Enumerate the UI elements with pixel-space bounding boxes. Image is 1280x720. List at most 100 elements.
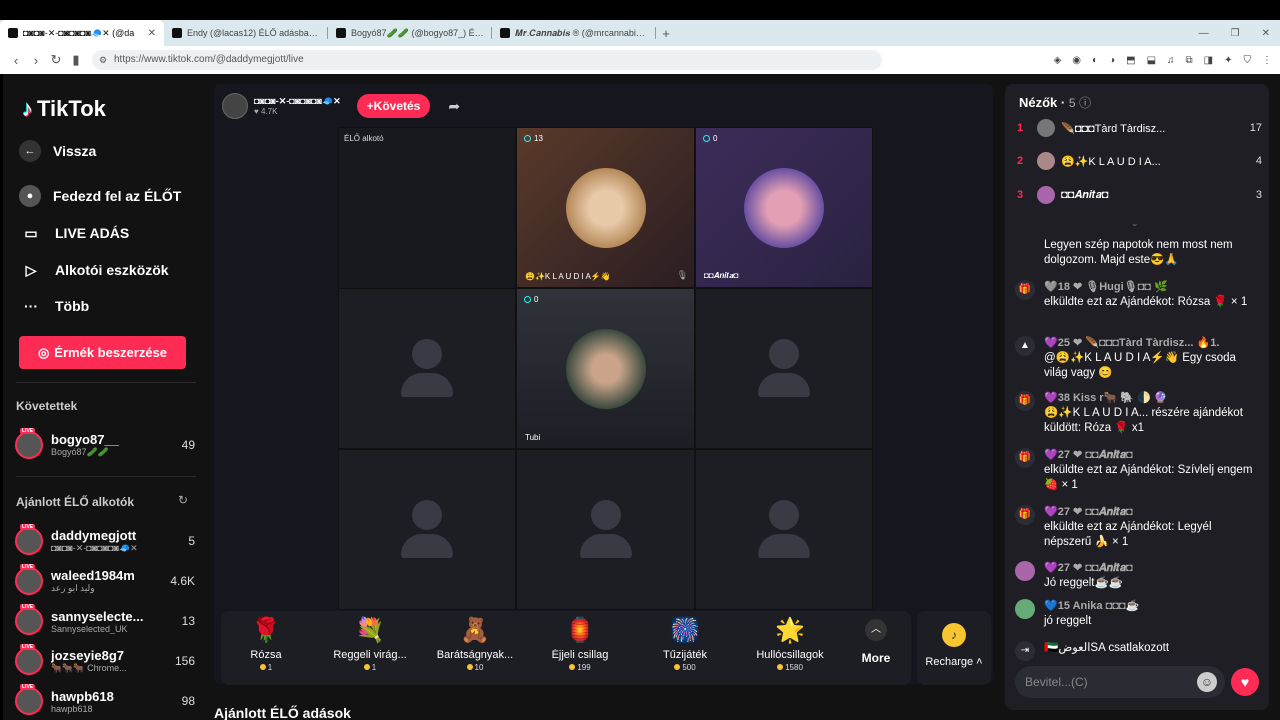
- tiktok-page: ♪ TikTok ← Vissza ● Fedezd fel az ÉLŐT ▭ LIV…: [3, 74, 1280, 720]
- menu-dots-icon[interactable]: ⋮: [1262, 55, 1272, 66]
- following-user[interactable]: LIVE bogyo87__ Bogyó87🥒🥒 49: [15, 427, 195, 463]
- recommended-user[interactable]: LIVE jozseyie8g7 🐂🐂🐂 Chrome... 156: [15, 643, 195, 679]
- get-coins-button[interactable]: ◎ Érmék beszerzése: [19, 336, 186, 369]
- recommended-user[interactable]: LIVE waleed1984m وليد ابو رعد 4.6K: [15, 563, 195, 599]
- gift-icon: 🎁: [1015, 280, 1035, 300]
- gift-icon: 🎁: [1015, 448, 1035, 468]
- maximize-icon[interactable]: ❐: [1231, 28, 1240, 39]
- gift-morning-flowers[interactable]: 💐 Reggeli virág... 1: [322, 617, 418, 681]
- emoji-icon[interactable]: ☺: [1197, 672, 1217, 692]
- chat-message: 💜27 ❤ ◘◘𝑨𝒏𝒊𝒕𝒂◘ Jó reggelt☕☕: [1015, 561, 1260, 591]
- close-tab-icon[interactable]: ✕: [148, 28, 156, 39]
- avatar: LIVE: [15, 564, 43, 595]
- live-stream-panel: ◘◙◘◙-✕-◘◙◘◙◘◙🧢✕♥ 4.7K +Követés ➦ ◘◙◘◙-✕-…: [214, 84, 993, 684]
- browser-tab[interactable]: Endy (@lacas12) ÉLŐ adásban va: [164, 20, 328, 46]
- join-message: ⇥ 🇦🇪العوضSA csatlakozott: [1015, 641, 1260, 661]
- extension-icon[interactable]: ✦: [1224, 55, 1232, 66]
- guest-video[interactable]: 13 😩✨K L A U D I A⚡👋 🎙: [516, 127, 695, 288]
- gift-friendship[interactable]: 🧸 Barátságnyak... 10: [427, 617, 523, 681]
- browser-tab-active[interactable]: ◘◙◘◙-✕-◘◙◘◙◘◙🧢✕ (@da ✕: [0, 20, 164, 46]
- follow-button[interactable]: +Követés: [356, 94, 431, 118]
- chat-message: 🎁 🩶18 ❤ 🎙Hugi🎙◘◘ 🌿 elküldte ezt az Ajándék…: [1015, 280, 1260, 310]
- refresh-icon[interactable]: ↻: [178, 493, 188, 507]
- gift-shooting-stars[interactable]: 🌟 Hullócsillagok 1580: [742, 617, 838, 681]
- browser-tab[interactable]: 𝑴𝒓.𝑪𝒂𝒏𝒏𝒂𝒃𝒊𝒔 ® (@mrcannabis_): [492, 20, 656, 46]
- host-avatar[interactable]: [222, 93, 248, 119]
- like-heart-button[interactable]: ♥: [1231, 668, 1259, 696]
- sidebar-item-explore-live[interactable]: ● Fedezd fel az ÉLŐT: [19, 181, 199, 211]
- extension-icon[interactable]: ⬓: [1147, 55, 1156, 66]
- viewers-header: Nézők · 5 ⓘ: [1019, 95, 1092, 110]
- video-camera-icon: ▭: [24, 224, 38, 241]
- back-button[interactable]: ← Vissza: [19, 136, 199, 166]
- bookmark-icon[interactable]: ▮: [66, 52, 86, 68]
- guest-video[interactable]: 0 Tubi: [516, 288, 695, 449]
- avatar: [1037, 152, 1055, 170]
- bear-icon: 🧸: [460, 617, 490, 644]
- back-icon[interactable]: ‹: [6, 53, 26, 68]
- tiktok-favicon-icon: [500, 28, 510, 38]
- recommended-user[interactable]: LIVE sannyselecte... Sannyselected_UK 13: [15, 603, 195, 639]
- empty-seat[interactable]: [695, 449, 873, 610]
- chat-message: 💙15 Anika ◘◘◘☕ jó reggelt: [1015, 599, 1260, 629]
- empty-seat[interactable]: [338, 288, 516, 449]
- avatar: [1015, 561, 1035, 581]
- arrow-left-icon: ←: [19, 140, 41, 162]
- gift-night-star[interactable]: 🏮 Éjjeli csillag 199: [532, 617, 628, 681]
- browser-tab[interactable]: Bogyó87🥒🥒 (@bogyo87_) ÉLŐ a: [328, 20, 492, 46]
- top-viewer[interactable]: 3 ◘◘𝑨𝒏𝒊𝒕𝒂◘ 3: [1017, 184, 1262, 206]
- minimize-icon[interactable]: —: [1199, 28, 1209, 39]
- tiktok-note-icon: ♪: [22, 96, 33, 121]
- url-field[interactable]: ⚙ https://www.tiktok.com/@daddymegjott/li…: [92, 50, 882, 70]
- forward-icon[interactable]: ›: [26, 53, 46, 68]
- recharge-button[interactable]: ♪ Recharge ˄: [917, 611, 991, 685]
- person-placeholder-icon: [398, 499, 456, 560]
- tiktok-logo[interactable]: ♪ TikTok: [22, 96, 106, 122]
- share-icon[interactable]: ➦: [448, 98, 460, 115]
- empty-seat[interactable]: [695, 288, 873, 449]
- more-gifts-button[interactable]: ︿ More: [851, 619, 901, 665]
- gift-fireworks[interactable]: 🎆 Tűzijáték 500: [637, 617, 733, 681]
- sidebar-item-more[interactable]: ··· Több: [19, 291, 199, 321]
- avatar: [1015, 599, 1035, 619]
- guest-video[interactable]: 0 ◘◘𝑨𝒏𝒊𝒕𝒂◘: [695, 127, 873, 288]
- tiktok-favicon-icon: [336, 28, 346, 38]
- info-icon[interactable]: ⓘ: [1079, 96, 1091, 110]
- sidebar-item-live[interactable]: ▭ LIVE ADÁS: [19, 218, 199, 248]
- gift-icon: 🎁: [1015, 391, 1035, 411]
- avatar: LIVE: [15, 524, 43, 555]
- top-viewer[interactable]: 1 🪶◘◘◘Tàrd Tàrdisz... 17: [1017, 117, 1262, 139]
- browser-tab-bar: ◘◙◘◙-✕-◘◙◘◙◘◙🧢✕ (@da ✕ Endy (@lacas12) ÉL…: [0, 20, 1280, 46]
- extension-icon[interactable]: ⧉: [1186, 55, 1193, 66]
- recommended-user[interactable]: LIVE daddymegjott ◘◙◘◙-✕-◘◙◘◙◘◙🧢✕ 5: [15, 523, 195, 559]
- extension-icon[interactable]: ⛉: [1244, 55, 1252, 66]
- site-info-icon[interactable]: ⚙: [99, 50, 107, 70]
- join-icon: ⇥: [1015, 641, 1035, 661]
- chat-input[interactable]: Bevitel...(C) ☺: [1015, 666, 1225, 698]
- coin-icon: ◎: [37, 344, 50, 360]
- chat-message: 🎁 💜27 ❤ ◘◘𝑨𝒏𝒊𝒕𝒂◘ elküldte ezt az Ajándékot…: [1015, 448, 1260, 493]
- chevron-down-icon[interactable]: ⌄: [1131, 218, 1139, 229]
- gift-rose[interactable]: 🌹 Rózsa 1: [218, 617, 314, 681]
- extension-icon[interactable]: ⬒: [1126, 55, 1135, 66]
- host-info: ◘◙◘◙-✕-◘◙◘◙◘◙🧢✕ ♥ 4.7K +Követés ➦: [222, 93, 460, 119]
- extension-icon[interactable]: ◉: [1072, 55, 1081, 66]
- avatar: ▲: [1015, 336, 1035, 356]
- top-viewer[interactable]: 2 😩✨K L A U D I A... 4: [1017, 150, 1262, 172]
- empty-seat[interactable]: [516, 449, 695, 610]
- extension-icon[interactable]: ◑: [1109, 55, 1115, 66]
- empty-seat[interactable]: [338, 449, 516, 610]
- reload-icon[interactable]: ↻: [46, 52, 66, 68]
- new-tab-icon[interactable]: +: [656, 26, 676, 41]
- muted-mic-icon: 🎙: [676, 270, 688, 280]
- close-window-icon[interactable]: ✕: [1262, 28, 1270, 39]
- extension-icon[interactable]: ♫: [1167, 55, 1175, 66]
- extension-icon[interactable]: ◐: [1092, 55, 1098, 66]
- extension-icon[interactable]: ◨: [1204, 55, 1213, 66]
- extension-icon[interactable]: ◈: [1054, 55, 1062, 66]
- sidebar-item-creator-tools[interactable]: ▷ Alkotói eszközök: [19, 255, 199, 285]
- play-icon: ▷: [25, 261, 37, 278]
- person-placeholder-icon: [577, 499, 635, 560]
- recommended-user[interactable]: LIVE hawpb618 hawpb618 98: [15, 683, 195, 719]
- explore-avatar-icon: ●: [19, 185, 41, 207]
